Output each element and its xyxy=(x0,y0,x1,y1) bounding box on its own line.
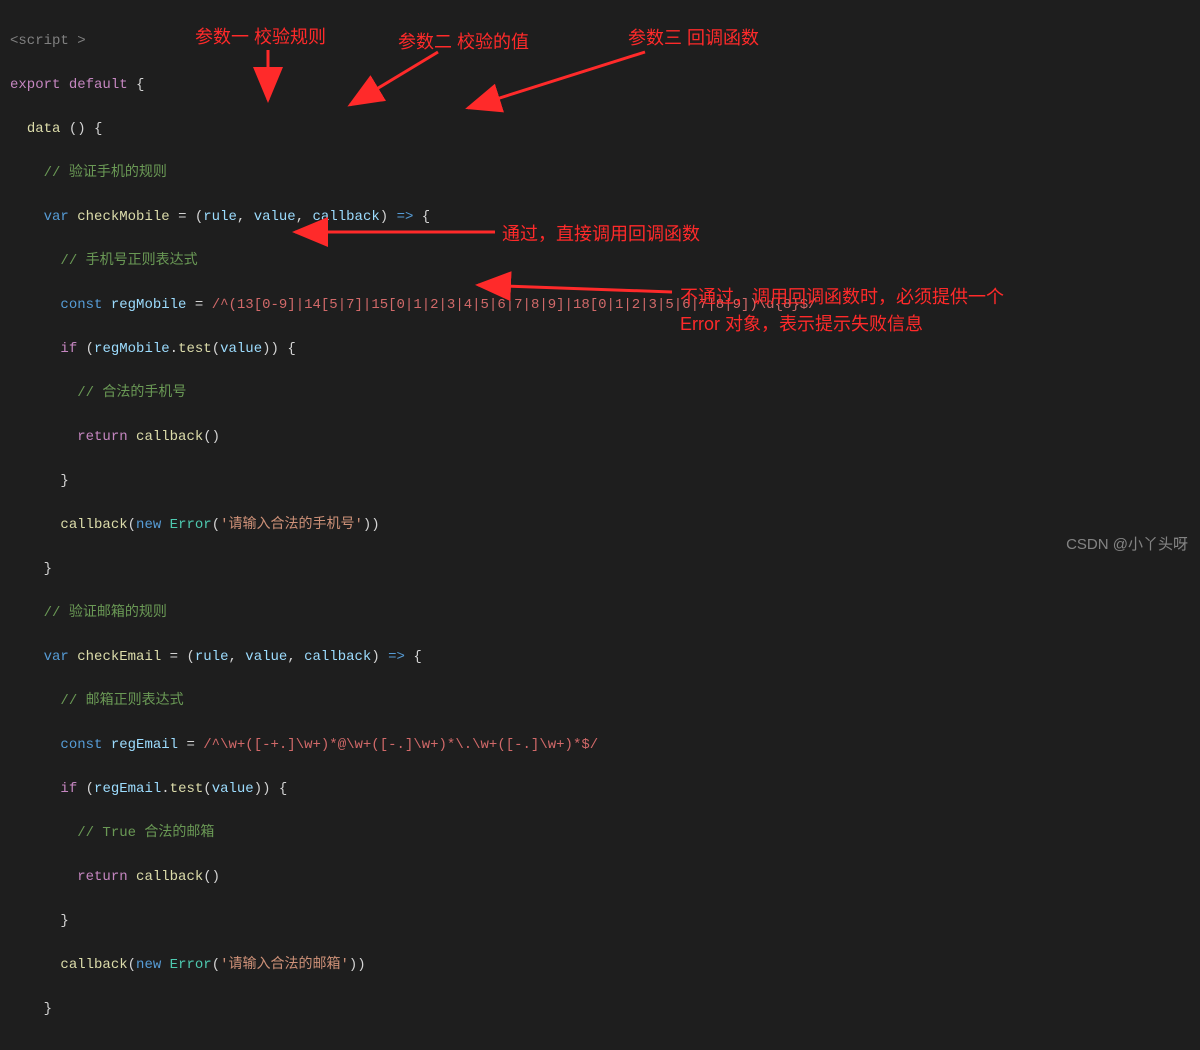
code-line: if (regMobile.test(value)) { xyxy=(10,338,1190,360)
code-line: callback(new Error('请输入合法的邮箱')) xyxy=(10,954,1190,976)
code-line: var checkMobile = (rule, value, callback… xyxy=(10,206,1190,228)
code-line: } xyxy=(10,470,1190,492)
code-line: } xyxy=(10,910,1190,932)
code-line: const regMobile = /^(13[0-9]|14[5|7]|15[… xyxy=(10,294,1190,316)
code-editor: <script > export default { data () { // … xyxy=(0,0,1200,1050)
code-line: // 合法的手机号 xyxy=(10,382,1190,404)
code-line: if (regEmail.test(value)) { xyxy=(10,778,1190,800)
code-line: // 验证手机的规则 xyxy=(10,162,1190,184)
code-line: const regEmail = /^\w+([-+.]\w+)*@\w+([-… xyxy=(10,734,1190,756)
code-line: // True 合法的邮箱 xyxy=(10,822,1190,844)
code-line: var checkEmail = (rule, value, callback)… xyxy=(10,646,1190,668)
code-line: return callback() xyxy=(10,426,1190,448)
code-line: } xyxy=(10,558,1190,580)
script-tag-open: <script > xyxy=(10,33,86,49)
code-line: // 手机号正则表达式 xyxy=(10,250,1190,272)
code-line: data () { xyxy=(10,118,1190,140)
code-line: export default { xyxy=(10,74,1190,96)
code-line: } xyxy=(10,998,1190,1020)
code-line: // 邮箱正则表达式 xyxy=(10,690,1190,712)
code-line: callback(new Error('请输入合法的手机号')) xyxy=(10,514,1190,536)
code-line: <script > xyxy=(10,30,1190,52)
code-line: // 验证邮箱的规则 xyxy=(10,602,1190,624)
code-line: return callback() xyxy=(10,866,1190,888)
watermark: CSDN @小丫头呀 xyxy=(1066,533,1188,554)
